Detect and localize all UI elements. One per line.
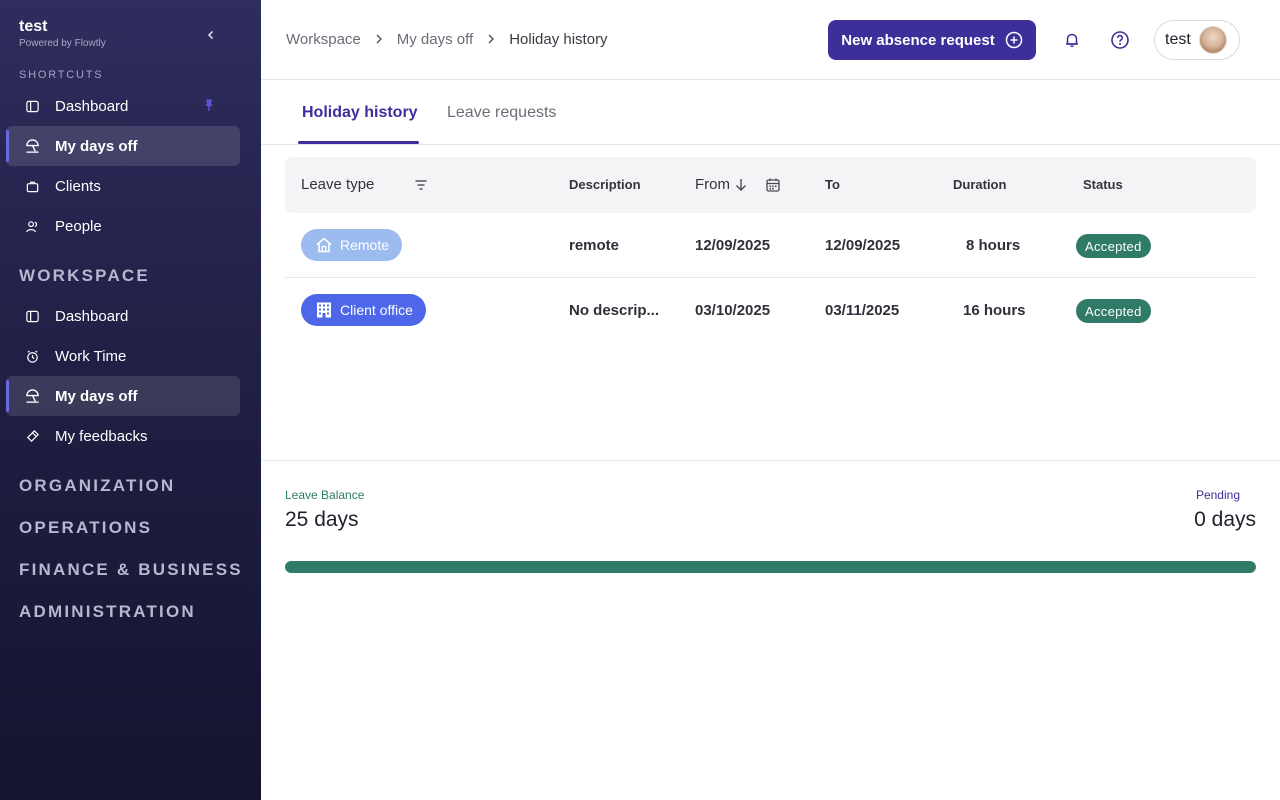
section-administration[interactable]: ADMINISTRATION: [19, 602, 196, 622]
column-from[interactable]: From: [695, 176, 730, 193]
workspace-dashboard[interactable]: Dashboard: [6, 296, 240, 336]
shortcut-dashboard[interactable]: Dashboard: [6, 86, 240, 126]
nav-label: People: [55, 217, 102, 235]
status-badge: Accepted: [1076, 234, 1151, 258]
column-leave-type: Leave type: [301, 176, 375, 193]
shortcut-my-days-off[interactable]: My days off: [6, 126, 240, 166]
section-finance-business[interactable]: FINANCE & BUSINESS: [19, 560, 243, 580]
sort-down-icon[interactable]: [735, 178, 747, 192]
breadcrumb: Workspace My days off Holiday history: [286, 31, 608, 48]
help-icon[interactable]: [1108, 28, 1132, 52]
column-description: Description: [569, 177, 641, 192]
beach-icon: [24, 138, 40, 154]
people-icon: [24, 218, 40, 234]
user-name: test: [1165, 31, 1191, 48]
column-to: To: [825, 177, 840, 192]
nav-label: My feedbacks: [55, 427, 148, 445]
avatar: [1198, 26, 1227, 54]
duration-cell: 8 hours: [966, 237, 1021, 254]
beach-icon: [24, 388, 40, 404]
table-row[interactable]: Client office No descrip... 03/10/2025 0…: [285, 278, 1256, 343]
column-status: Status: [1083, 177, 1123, 192]
duration-cell: 16 hours: [963, 302, 1026, 319]
section-workspace[interactable]: WORKSPACE: [19, 266, 150, 286]
table-header: Leave type Description From To Duration …: [285, 157, 1256, 213]
workspace-my-feedbacks[interactable]: My feedbacks: [6, 416, 240, 456]
breadcrumb-workspace[interactable]: Workspace: [286, 31, 361, 48]
leave-type-chip: Client office: [301, 294, 426, 326]
status-badge: Accepted: [1076, 299, 1151, 323]
briefcase-icon: [24, 178, 40, 194]
pin-icon[interactable]: [202, 98, 216, 112]
leave-balance-bar-fill: [285, 561, 1256, 573]
nav-label: My days off: [55, 387, 138, 405]
leave-type-label: Remote: [340, 237, 390, 253]
pending-value: 0 days: [1194, 508, 1256, 531]
workspace-work-time[interactable]: Work Time: [6, 336, 240, 376]
top-header: Workspace My days off Holiday history Ne…: [261, 0, 1280, 80]
feedback-icon: [24, 428, 40, 444]
brand-name: test: [19, 18, 48, 35]
bell-icon[interactable]: [1060, 28, 1084, 52]
nav-label: My days off: [55, 137, 138, 155]
nav-label: Dashboard: [55, 97, 129, 115]
leave-balance-value: 25 days: [285, 508, 359, 531]
shortcut-clients[interactable]: Clients: [6, 166, 240, 206]
section-operations[interactable]: OPERATIONS: [19, 518, 152, 538]
collapse-sidebar-icon[interactable]: [202, 26, 220, 44]
plus-circle-icon: [1005, 31, 1022, 49]
breadcrumb-my-days-off[interactable]: My days off: [397, 31, 473, 48]
divider: [261, 460, 1280, 461]
chevron-right-icon: [487, 32, 495, 47]
shortcuts-title: SHORTCUTS: [19, 69, 104, 81]
tab-leave-requests[interactable]: Leave requests: [447, 104, 556, 122]
sidebar: test Powered by Flowtly SHORTCUTS Dashbo…: [0, 0, 261, 800]
breadcrumb-current: Holiday history: [509, 31, 608, 48]
nav-label: Work Time: [55, 347, 127, 365]
table-row[interactable]: Remote remote 12/09/2025 12/09/2025 8 ho…: [285, 213, 1256, 278]
description-cell: remote: [569, 237, 620, 254]
shortcut-people[interactable]: People: [6, 206, 240, 246]
nav-label: Clients: [55, 177, 101, 195]
brand: test Powered by Flowtly: [19, 18, 106, 49]
new-absence-request-button[interactable]: New absence request: [828, 20, 1036, 60]
active-tab-indicator: [298, 141, 419, 144]
pending-label: Pending: [1195, 488, 1240, 502]
leave-type-label: Client office: [340, 302, 413, 318]
layout-icon: [24, 308, 40, 324]
tab-holiday-history[interactable]: Holiday history: [302, 104, 418, 122]
brand-tagline: Powered by Flowtly: [19, 38, 106, 49]
home-icon: [316, 237, 332, 253]
calendar-icon[interactable]: [766, 178, 780, 192]
workspace-my-days-off[interactable]: My days off: [6, 376, 240, 416]
from-cell: 12/09/2025: [695, 237, 771, 254]
to-cell: 03/11/2025: [825, 302, 900, 319]
section-organization[interactable]: ORGANIZATION: [19, 476, 175, 496]
leave-type-chip: Remote: [301, 229, 403, 261]
to-cell: 12/09/2025: [825, 237, 901, 254]
clock-icon: [24, 348, 40, 364]
user-menu[interactable]: test: [1154, 20, 1240, 60]
nav-label: Dashboard: [55, 307, 129, 325]
description-cell: No descrip...: [569, 302, 660, 319]
column-duration: Duration: [953, 177, 1007, 192]
filter-icon[interactable]: [415, 179, 427, 191]
leave-balance-bar: [285, 561, 1256, 573]
leave-balance-label: Leave Balance: [285, 488, 365, 502]
from-cell: 03/10/2025: [695, 302, 771, 319]
chevron-right-icon: [375, 32, 383, 47]
new-absence-request-label: New absence request: [841, 31, 995, 49]
building-icon: [317, 302, 331, 318]
layout-icon: [24, 98, 40, 114]
tabs: Holiday history Leave requests: [261, 80, 1280, 145]
